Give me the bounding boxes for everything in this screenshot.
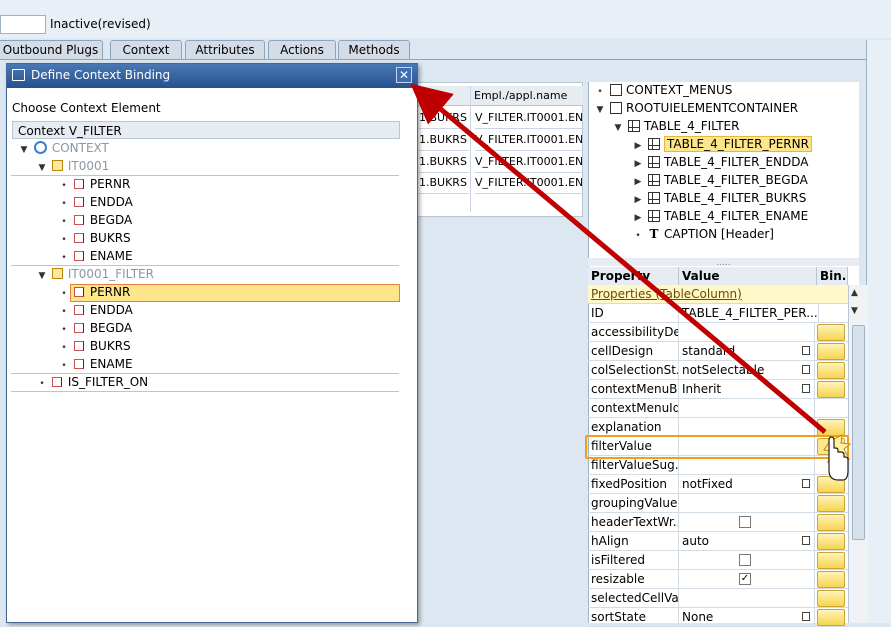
arrow-line [410, 83, 827, 434]
annotation-arrow [410, 83, 852, 481]
